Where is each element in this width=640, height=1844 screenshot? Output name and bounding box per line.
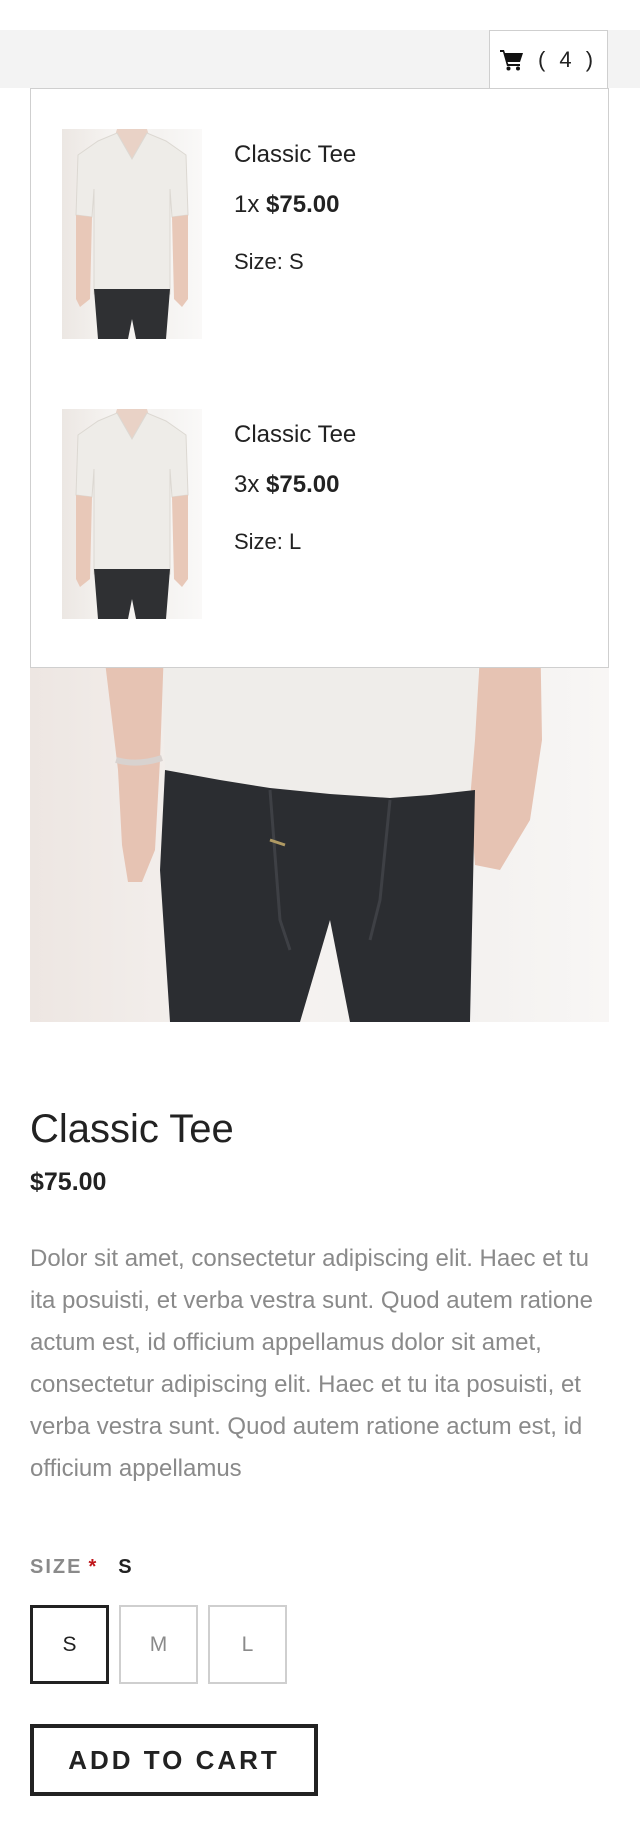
cart-item-price: $75.00 <box>266 191 340 218</box>
cart-item[interactable]: Classic Tee 1x $75.00 Size: S <box>31 129 608 349</box>
size-label: SIZE * S <box>30 1556 133 1579</box>
required-mark: * <box>88 1556 99 1578</box>
size-option-m[interactable]: M <box>119 1605 198 1684</box>
cart-button[interactable]: ( 4 ) <box>489 30 608 88</box>
cart-item-thumbnail[interactable] <box>62 129 202 339</box>
size-options: S M L <box>30 1605 287 1684</box>
product-description: Dolor sit amet, consectetur adipiscing e… <box>30 1245 593 1482</box>
size-label-text: SIZE <box>30 1556 83 1578</box>
size-option-l[interactable]: L <box>208 1605 287 1684</box>
cart-item-price-line: 1x $75.00 <box>234 191 339 219</box>
cart-item-thumbnail[interactable] <box>62 409 202 619</box>
cart-item-price-line: 3x $75.00 <box>234 471 339 499</box>
cart-item-quantity: 1x <box>234 191 260 218</box>
cart-item-title[interactable]: Classic Tee <box>234 141 356 169</box>
cart-item-quantity: 3x <box>234 471 260 498</box>
cart-item-size: Size: S <box>234 249 304 274</box>
product-price: $75.00 <box>30 1168 107 1196</box>
shopping-cart-icon <box>499 49 523 70</box>
cart-dropdown: Classic Tee 1x $75.00 Size: S Classic Te… <box>30 88 609 668</box>
size-option-s[interactable]: S <box>30 1605 109 1684</box>
product-title: Classic Tee <box>30 1106 234 1151</box>
cart-item-title[interactable]: Classic Tee <box>234 421 356 449</box>
product-image[interactable] <box>30 620 609 1022</box>
cart-count: ( 4 ) <box>537 46 598 72</box>
cart-item-size: Size: L <box>234 529 302 554</box>
cart-item-price: $75.00 <box>266 471 340 498</box>
selected-size-value: S <box>118 1556 133 1578</box>
add-to-cart-button[interactable]: ADD TO CART <box>30 1724 318 1796</box>
cart-item[interactable]: Classic Tee 3x $75.00 Size: L <box>31 409 608 629</box>
